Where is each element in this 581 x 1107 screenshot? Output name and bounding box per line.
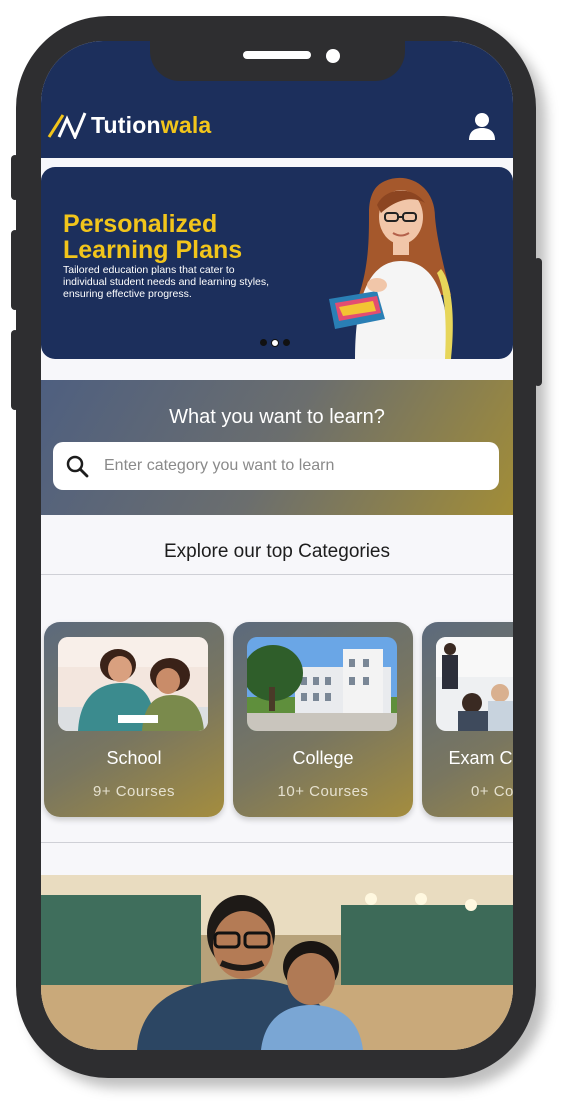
power-button xyxy=(534,258,542,386)
search-heading: What you want to learn? xyxy=(169,406,385,428)
brand-logo[interactable]: Tutionwala xyxy=(47,111,211,139)
brand-name: Tutionwala xyxy=(91,111,212,138)
phone-camera xyxy=(326,49,340,63)
category-card-school[interactable]: School 9+ Courses xyxy=(44,622,224,817)
phone-speaker xyxy=(243,51,311,59)
section-divider xyxy=(41,574,513,575)
search-section: What you want to learn? xyxy=(41,380,513,515)
mute-button xyxy=(11,155,19,200)
category-name: School xyxy=(106,748,162,768)
logo-mark-icon xyxy=(47,112,87,139)
category-name: College xyxy=(292,748,354,768)
category-course-count: 0+ Courses xyxy=(470,783,513,800)
banner-pagination[interactable] xyxy=(260,339,290,347)
college-image xyxy=(247,637,397,731)
user-icon[interactable] xyxy=(467,111,497,141)
category-course-count: 10+ Courses xyxy=(277,783,369,800)
banner-subtitle: Tailored education plans that cater to i… xyxy=(63,264,270,300)
banner-dot-3[interactable] xyxy=(283,339,290,346)
banner-dot-2[interactable] xyxy=(271,339,279,347)
tutor-promo-image xyxy=(41,875,513,1050)
category-card-college[interactable]: College 10+ Courses xyxy=(233,622,413,817)
banner-title: Personalized Learning Plans xyxy=(63,210,243,264)
phone-notch xyxy=(150,41,405,81)
category-card-exam-coaching[interactable]: Exam Coaching 0+ Courses xyxy=(422,622,513,817)
banner-student-image xyxy=(329,177,453,359)
volume-up-button xyxy=(11,230,19,310)
banner-dot-1[interactable] xyxy=(260,339,267,346)
category-course-count: 9+ Courses xyxy=(92,783,176,800)
category-carousel[interactable]: School 9+ Courses College 10+ Courses Ex… xyxy=(41,622,513,822)
search-bar[interactable] xyxy=(53,442,499,490)
school-image xyxy=(58,637,208,731)
promo-banner[interactable]: Personalized Learning Plans Tailored edu… xyxy=(41,167,513,359)
app-screen: Tutionwala Personalized Learning Plans T… xyxy=(41,41,513,1050)
search-icon xyxy=(66,455,89,478)
category-name: Exam Coaching xyxy=(448,748,513,768)
categories-heading: Explore our top Categories xyxy=(163,541,390,562)
section-divider xyxy=(41,842,513,843)
search-input[interactable] xyxy=(102,456,486,476)
exam-coaching-image xyxy=(436,637,513,731)
volume-down-button xyxy=(11,330,19,410)
